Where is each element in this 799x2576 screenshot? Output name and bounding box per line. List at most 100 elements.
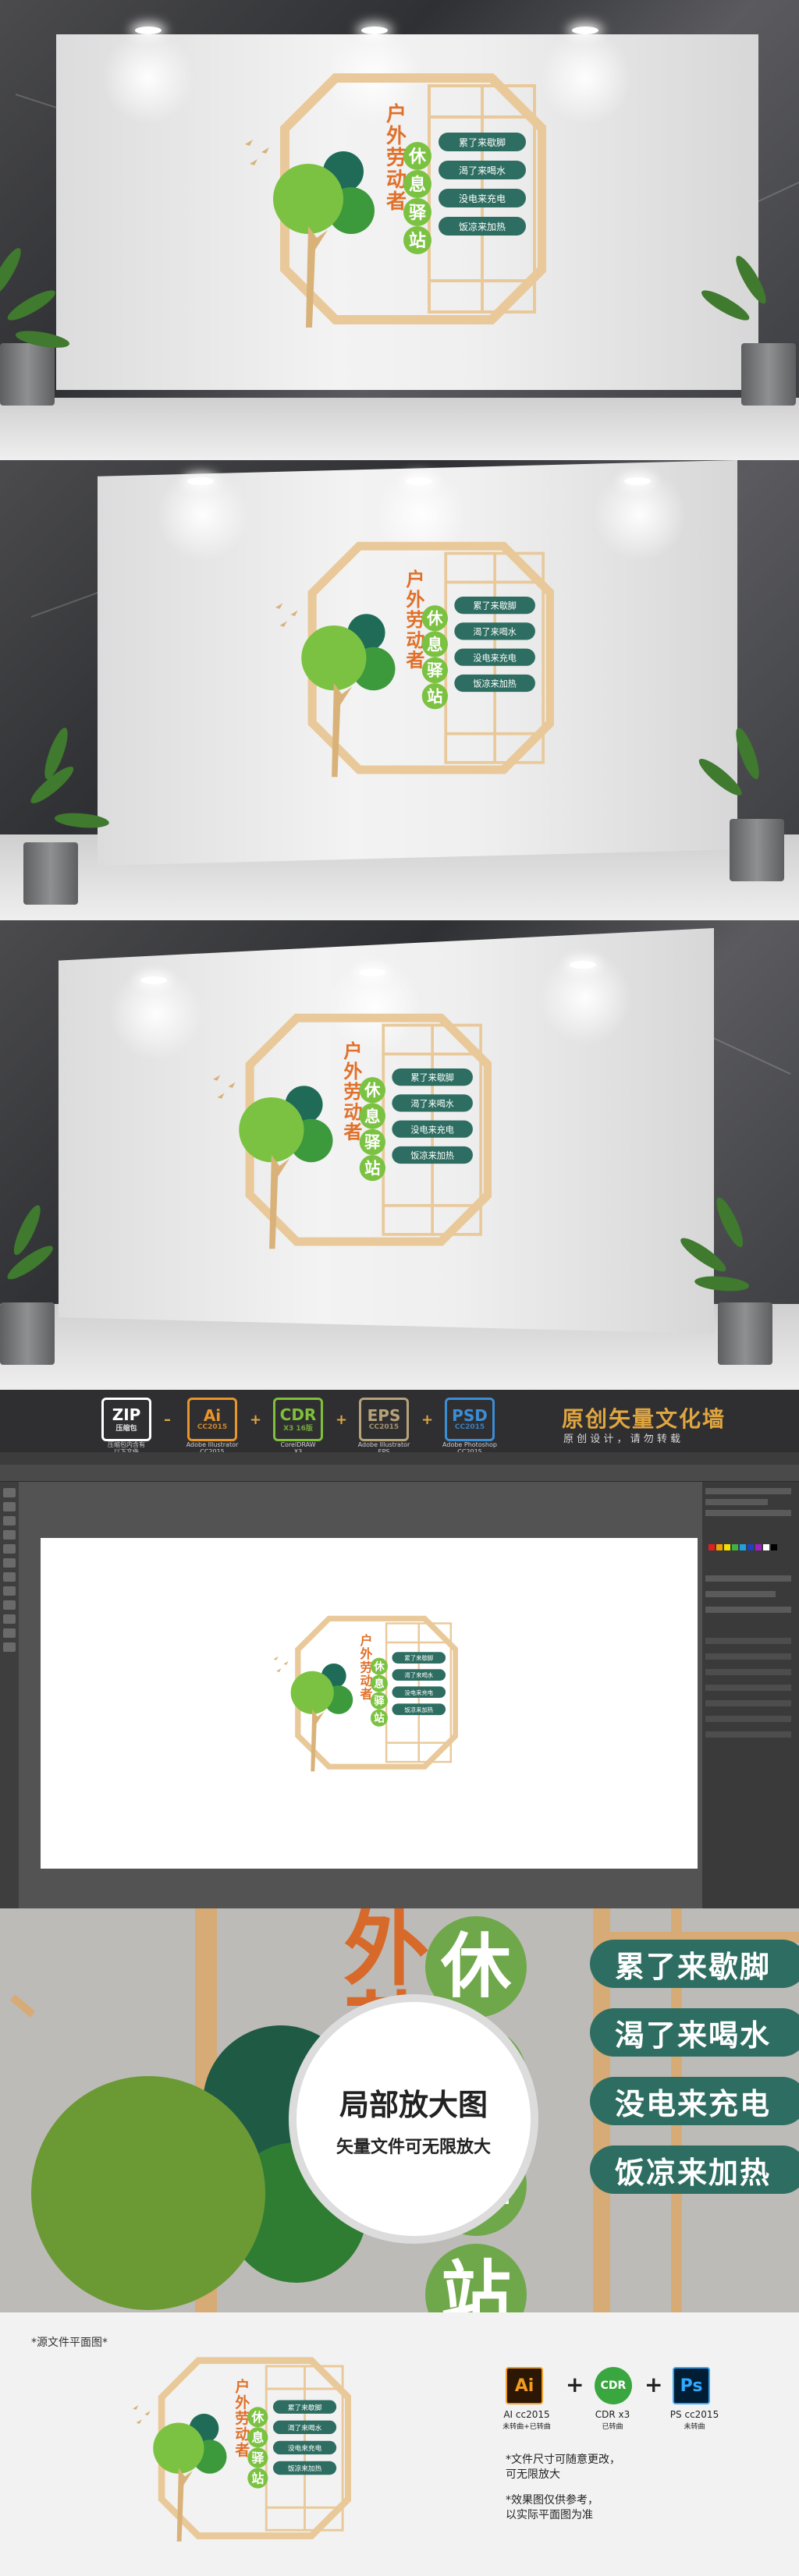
culture-sign: 户外劳动者 休息驿站 累了来歇脚 渴了来喝水 没电来充电 饭凉来加热 <box>125 2351 352 2562</box>
sign-title-char: 动 <box>235 2426 250 2443</box>
sign-title-char: 动 <box>343 1101 362 1123</box>
sign-station-char: 驿 <box>374 1695 385 1708</box>
sign-title-char: 劳 <box>386 147 407 170</box>
source-label: *源文件平面图* <box>31 2337 108 2349</box>
tools-panel[interactable] <box>0 1482 19 1908</box>
eps-badge: EPS CC2015 <box>359 1398 409 1441</box>
sign-slogan-text: 渴了来喝水 <box>459 165 506 176</box>
sign-slogan-text: 渴了来喝水 <box>410 1099 453 1109</box>
sign-title-char: 外 <box>386 125 407 148</box>
sign-station-char: 休 <box>426 609 443 628</box>
sign-station-char: 驿 <box>427 661 443 680</box>
sign-slogan-text: 累了来歇脚 <box>288 2403 322 2412</box>
sign-title-char: 户 <box>343 1040 362 1062</box>
zoom-slogan-3: 没电来充电 <box>590 2077 799 2125</box>
sign-title-char: 劳 <box>343 1081 362 1103</box>
sign-title-char: 外 <box>406 589 424 611</box>
sign-title-char: 动 <box>360 1674 372 1688</box>
brand-title: 原创矢量文化墙 <box>562 1406 726 1432</box>
sign-graphic: 户外劳动者 休息驿站 累了来歇脚渴了来喝水没电来充电饭凉来加热 <box>275 541 555 778</box>
sign-slogan-text: 渴了来喝水 <box>404 1672 433 1679</box>
sign-station-char: 驿 <box>251 2450 265 2465</box>
source-file-section: *源文件平面图* 户外劳动者 休息驿站 累了来歇脚 渴了来喝水 没电来充电 饭凉来加热… <box>0 2312 799 2576</box>
magnify-badge: 局部放大图 矢量文件可无限放大 <box>289 1994 538 2244</box>
artboard-canvas[interactable]: 户外劳动者 休息驿站 累了来歇脚 渴了来喝水 没电来充电 饭凉来加热 <box>41 1538 698 1869</box>
detail-zoom-section: 外 劳 动 休 息 驿 站 累了来歇脚 渴了来喝水 没电来充电 饭凉来加热 局部… <box>0 1908 799 2312</box>
sign-slogan-text: 饭凉来加热 <box>410 1150 453 1161</box>
sign-station-char: 息 <box>409 175 426 195</box>
sign-slogan-text: 没电来充电 <box>473 652 516 663</box>
sign-station-char: 驿 <box>364 1133 381 1152</box>
sign-slogan-text: 渴了来喝水 <box>288 2423 322 2432</box>
brand-subtitle: 原 创 设 计 ， 请 勿 转 载 <box>563 1433 681 1445</box>
sign-slogan-text: 没电来充电 <box>410 1124 453 1135</box>
sign-graphic: 户外劳动者 休息驿站 累了来歇脚渴了来喝水没电来充电饭凉来加热 <box>245 73 547 328</box>
sign-slogan-text: 饭凉来加热 <box>459 221 506 232</box>
menu-bar[interactable] <box>0 1452 799 1465</box>
zoom-title: 局部放大图 <box>339 2087 488 2122</box>
sign-title-char: 外 <box>235 2394 250 2411</box>
sign-slogan-text: 没电来充电 <box>288 2443 322 2453</box>
zoom-slogan-1: 累了来歇脚 <box>590 1940 799 1988</box>
sign-graphic: 户外劳动者 休息驿站 累了来歇脚渴了来喝水没电来充电饭凉来加热 <box>212 1013 492 1249</box>
sign-title-char: 者 <box>359 1687 372 1702</box>
sign-station-char: 息 <box>427 635 442 654</box>
sign-title-char: 户 <box>406 569 424 590</box>
sign-title-char: 者 <box>343 1121 362 1143</box>
design-software-window: 户外劳动者 休息驿站 累了来歇脚 渴了来喝水 没电来充电 饭凉来加热 <box>0 1452 799 1908</box>
sign-station-char: 休 <box>373 1660 385 1674</box>
sign-station-char: 息 <box>374 1678 385 1691</box>
sign-slogan-text: 饭凉来加热 <box>473 679 516 689</box>
sign-station-char: 驿 <box>409 204 427 223</box>
scene-mockup-2: 户外劳动者 休息驿站 累了来歇脚渴了来喝水没电来充电饭凉来加热 <box>0 460 799 920</box>
sign-slogan-text: 饭凉来加热 <box>404 1706 433 1713</box>
ai-logo-icon: Ai <box>506 2367 543 2404</box>
sign-station-char: 站 <box>374 1712 385 1725</box>
floor <box>0 398 799 460</box>
zoom-slogan-4: 饭凉来加热 <box>590 2145 799 2194</box>
sign-station-char: 休 <box>408 147 427 167</box>
sign-slogan-text: 累了来歇脚 <box>473 601 516 611</box>
sign-title-char: 户 <box>235 2378 250 2396</box>
note-reference: *效果图仅供参考， 以实际平面图为准 <box>506 2494 598 2521</box>
sign-station-char: 休 <box>250 2410 265 2425</box>
culture-sign: 户外劳动者 休息驿站 累了来歇脚 渴了来喝水 没电来充电 饭凉来加热 <box>267 1612 459 1788</box>
zoom-subtitle: 矢量文件可无限放大 <box>336 2137 491 2157</box>
sign-slogan-text: 没电来充电 <box>459 193 506 204</box>
sign-title-char: 外 <box>343 1061 362 1082</box>
sign-slogan-text: 累了来歇脚 <box>404 1655 433 1662</box>
sign-title-char: 动 <box>406 629 424 651</box>
sign-title-char: 动 <box>386 168 407 192</box>
sign-title-char: 外 <box>359 1646 372 1661</box>
sign-slogan-text: 累了来歇脚 <box>410 1072 453 1083</box>
sign-title-char: 者 <box>386 190 407 214</box>
cdr-logo-icon: CDR <box>595 2367 632 2404</box>
cdr-badge: CDR X3 16版 <box>273 1398 323 1441</box>
sign-graphic: 户外劳动者 休息驿站 累了来歇脚渴了来喝水没电来充电饭凉来加热 <box>273 1615 459 1772</box>
ai-badge: Ai CC2015 <box>187 1398 237 1441</box>
ps-logo-icon: Ps <box>673 2367 710 2404</box>
options-bar[interactable] <box>0 1465 799 1482</box>
sign-slogan-text: 没电来充电 <box>404 1689 433 1696</box>
note-resize: *文件尺寸可随意更改， 可无限放大 <box>506 2454 620 2481</box>
scene-mockup-1: 户外劳动者 休息驿站 累了来歇脚 渴了来喝水 没电来充电 饭凉来加热 <box>0 0 799 460</box>
sign-title-char: 劳 <box>406 609 424 631</box>
sign-slogan-text: 饭凉来加热 <box>288 2464 322 2473</box>
sign-title-char: 者 <box>406 650 424 671</box>
right-panels[interactable] <box>702 1482 799 1908</box>
culture-sign: 户外劳动者 休息驿站 累了来歇脚 渴了来喝水 没电来充电 饭凉来加热 <box>203 1010 492 1271</box>
file-format-strip: ZIP压缩包 压缩包内含有 以下文件 – AiCC2015 Adobe Illu… <box>0 1390 799 1455</box>
sign-graphic: 户外劳动者 休息驿站 累了来歇脚渴了来喝水没电来充电饭凉来加热 <box>133 2357 352 2542</box>
sign-slogan-text: 渴了来喝水 <box>473 627 516 637</box>
zoom-slogan-2: 渴了来喝水 <box>590 2008 799 2057</box>
zip-badge: ZIP 压缩包 <box>101 1398 151 1441</box>
sign-station-char: 站 <box>409 232 426 251</box>
sign-station-char: 息 <box>364 1107 380 1125</box>
sign-station-char: 站 <box>251 2471 264 2486</box>
sign-station-char: 站 <box>427 687 442 706</box>
sign-title-char: 户 <box>360 1633 372 1648</box>
culture-sign: 户外劳动者 休息驿站 累了来歇脚渴了来喝水没电来充电饭凉来加热 <box>265 538 555 799</box>
sign-station-char: 站 <box>364 1159 380 1178</box>
psd-badge: PSD CC2015 <box>445 1398 495 1441</box>
scene-mockup-3: 户外劳动者 休息驿站 累了来歇脚 渴了来喝水 没电来充电 饭凉来加热 <box>0 920 799 1390</box>
